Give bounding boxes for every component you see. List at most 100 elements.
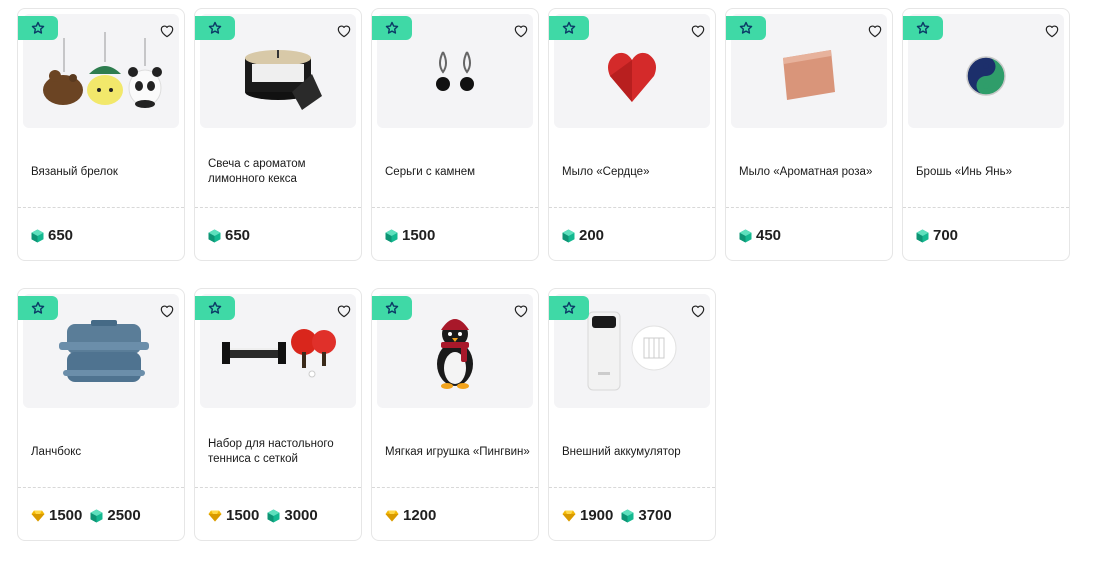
product-card[interactable]: Мягкая игрушка «Пингвин» 1200: [371, 288, 539, 541]
divider: [726, 207, 892, 208]
price-row: 700: [916, 227, 958, 244]
price-row: 1500 3000: [208, 507, 318, 524]
price-row: 650: [31, 227, 73, 244]
product-card[interactable]: Брошь «Инь Янь» 700: [902, 8, 1070, 261]
product-card[interactable]: Мыло «Ароматная роза» 450: [725, 8, 893, 261]
product-card[interactable]: Свеча с ароматом лимонного кекса 650: [194, 8, 362, 261]
price-crystal: 450: [739, 227, 781, 244]
divider: [372, 207, 538, 208]
heart-icon: [160, 25, 174, 38]
diamond-icon: [385, 510, 399, 521]
price-diamond: 1900: [562, 507, 613, 524]
price-value: 450: [756, 227, 782, 244]
price-value: 1500: [402, 227, 436, 244]
price-row: 650: [208, 227, 250, 244]
star-icon: [208, 21, 222, 34]
featured-badge[interactable]: [549, 296, 589, 320]
featured-badge[interactable]: [195, 16, 235, 40]
featured-badge[interactable]: [903, 16, 943, 40]
price-crystal: 3700: [621, 507, 672, 524]
crystal-icon: [621, 509, 634, 522]
featured-badge[interactable]: [195, 296, 235, 320]
product-title[interactable]: Ланчбокс: [31, 425, 176, 479]
star-icon: [385, 301, 399, 314]
heart-icon: [337, 25, 351, 38]
favorite-button[interactable]: [686, 299, 710, 323]
crystal-icon: [916, 229, 929, 242]
product-card[interactable]: Внешний аккумулятор 1900 3700: [548, 288, 716, 541]
divider: [549, 207, 715, 208]
star-icon: [739, 21, 753, 34]
featured-badge[interactable]: [726, 16, 766, 40]
product-grid: Вязаный брелок 650 Свеча с ароматом лимо…: [17, 8, 1070, 541]
price-value: 1200: [403, 507, 437, 524]
favorite-button[interactable]: [155, 19, 179, 43]
product-title[interactable]: Свеча с ароматом лимонного кекса: [208, 145, 353, 199]
divider: [18, 487, 184, 488]
featured-badge[interactable]: [549, 16, 589, 40]
price-value: 700: [933, 227, 959, 244]
price-row: 200: [562, 227, 604, 244]
price-diamond: 1200: [385, 507, 436, 524]
favorite-button[interactable]: [1040, 19, 1064, 43]
product-card[interactable]: Вязаный брелок 650: [17, 8, 185, 261]
diamond-icon: [31, 510, 45, 521]
price-diamond: 1500: [208, 507, 259, 524]
crystal-icon: [90, 509, 103, 522]
price-crystal: 650: [31, 227, 73, 244]
divider: [903, 207, 1069, 208]
favorite-button[interactable]: [332, 299, 356, 323]
crystal-icon: [208, 229, 221, 242]
heart-icon: [868, 25, 882, 38]
product-title[interactable]: Набор для настольного тенниса с сеткой: [208, 425, 353, 479]
favorite-button[interactable]: [509, 19, 533, 43]
star-icon: [31, 21, 45, 34]
divider: [195, 487, 361, 488]
heart-icon: [337, 305, 351, 318]
crystal-icon: [385, 229, 398, 242]
heart-icon: [1045, 25, 1059, 38]
crystal-icon: [267, 509, 280, 522]
star-icon: [385, 21, 399, 34]
favorite-button[interactable]: [155, 299, 179, 323]
heart-icon: [514, 305, 528, 318]
favorite-button[interactable]: [332, 19, 356, 43]
product-title[interactable]: Мыло «Сердце»: [562, 145, 707, 199]
price-crystal: 3000: [267, 507, 318, 524]
product-card[interactable]: Набор для настольного тенниса с сеткой 1…: [194, 288, 362, 541]
star-icon: [31, 301, 45, 314]
featured-badge[interactable]: [372, 296, 412, 320]
product-title[interactable]: Мыло «Ароматная роза»: [739, 145, 884, 199]
favorite-button[interactable]: [863, 19, 887, 43]
product-title[interactable]: Серьги с камнем: [385, 145, 530, 199]
price-value: 200: [579, 227, 605, 244]
price-value: 650: [48, 227, 74, 244]
product-title[interactable]: Внешний аккумулятор: [562, 425, 707, 479]
product-title[interactable]: Брошь «Инь Янь»: [916, 145, 1061, 199]
featured-badge[interactable]: [18, 16, 58, 40]
favorite-button[interactable]: [509, 299, 533, 323]
star-icon: [916, 21, 930, 34]
heart-icon: [160, 305, 174, 318]
price-row: 1500 2500: [31, 507, 141, 524]
product-card[interactable]: Мыло «Сердце» 200: [548, 8, 716, 261]
product-title[interactable]: Вязаный брелок: [31, 145, 176, 199]
diamond-icon: [562, 510, 576, 521]
price-value: 2500: [107, 507, 141, 524]
featured-badge[interactable]: [372, 16, 412, 40]
product-card[interactable]: Ланчбокс 1500 2500: [17, 288, 185, 541]
price-row: 1200: [385, 507, 436, 524]
favorite-button[interactable]: [686, 19, 710, 43]
price-crystal: 1500: [385, 227, 435, 244]
featured-badge[interactable]: [18, 296, 58, 320]
heart-icon: [691, 305, 705, 318]
crystal-icon: [739, 229, 752, 242]
price-value: 3700: [638, 507, 672, 524]
product-card[interactable]: Серьги с камнем 1500: [371, 8, 539, 261]
product-title[interactable]: Мягкая игрушка «Пингвин»: [385, 425, 530, 479]
star-icon: [562, 21, 576, 34]
price-row: 1500: [385, 227, 435, 244]
heart-icon: [691, 25, 705, 38]
price-crystal: 2500: [90, 507, 141, 524]
price-row: 1900 3700: [562, 507, 672, 524]
